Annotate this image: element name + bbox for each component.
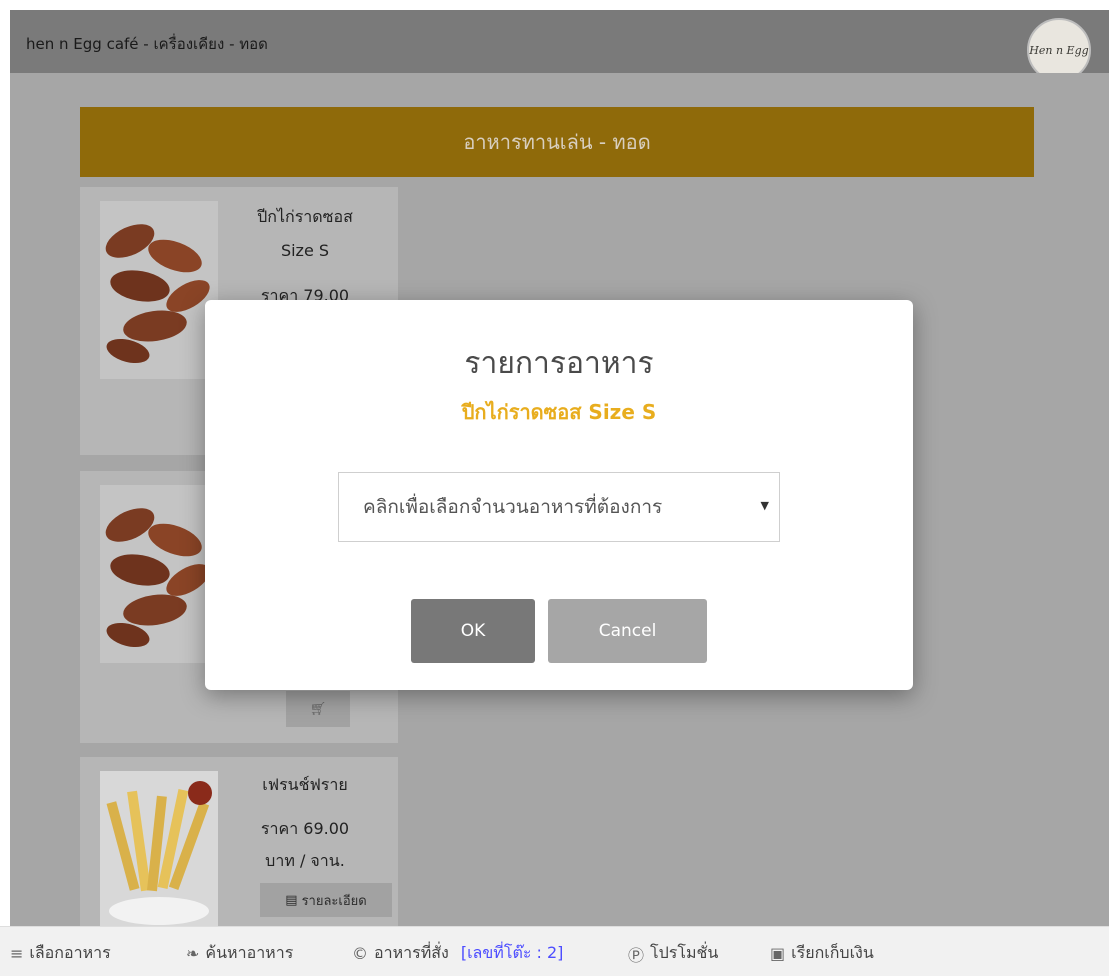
modal-subtitle: ปีกไก่ราดซอส Size S <box>461 400 657 424</box>
nav-item-label: ค้นหาอาหาร <box>205 943 294 962</box>
cancel-button[interactable]: Cancel <box>548 599 707 663</box>
chevron-down-icon: ▼ <box>760 499 769 512</box>
promo-icon: Ⓟ <box>628 945 645 965</box>
quantity-select-placeholder: คลิกเพื่อเลือกจำนวนอาหารที่ต้องการ <box>363 496 663 518</box>
nav-item-promotion[interactable]: Ⓟ โปรโมชั่น <box>628 941 718 966</box>
nav-item-label: อาหารที่สั่ง <box>374 943 449 962</box>
nav-item-menu[interactable]: ≡ เลือกอาหาร <box>10 941 111 966</box>
modal-overlay: รายการอาหาร ปีกไก่ราดซอส Size S คลิกเพื่… <box>0 0 1109 976</box>
nav-item-label: โปรโมชั่น <box>650 943 719 962</box>
table-number: [เลขที่โต๊ะ : 2] <box>460 943 564 962</box>
nav-item-label: เรียกเก็บเงิน <box>791 943 874 962</box>
nav-item-label: เลือกอาหาร <box>29 943 111 962</box>
nav-item-search[interactable]: ❧ ค้นหาอาหาร <box>186 941 293 966</box>
modal-title: รายการอาหาร <box>464 346 654 381</box>
ok-button[interactable]: OK <box>411 599 535 663</box>
copyright-icon: © <box>352 944 368 963</box>
leaf-icon: ❧ <box>186 944 200 963</box>
food-modal: รายการอาหาร ปีกไก่ราดซอส Size S คลิกเพื่… <box>205 300 913 690</box>
nav-item-checkout[interactable]: ▣ เรียกเก็บเงิน <box>770 941 874 966</box>
menu-icon: ≡ <box>10 944 24 963</box>
bottom-nav: ≡ เลือกอาหาร ❧ ค้นหาอาหาร © อาหารที่สั่ง… <box>0 926 1109 976</box>
money-icon: ▣ <box>770 944 786 963</box>
nav-item-orders[interactable]: © อาหารที่สั่ง [เลขที่โต๊ะ : 2] <box>352 941 563 966</box>
quantity-select[interactable]: คลิกเพื่อเลือกจำนวนอาหารที่ต้องการ ▼ <box>338 472 780 542</box>
